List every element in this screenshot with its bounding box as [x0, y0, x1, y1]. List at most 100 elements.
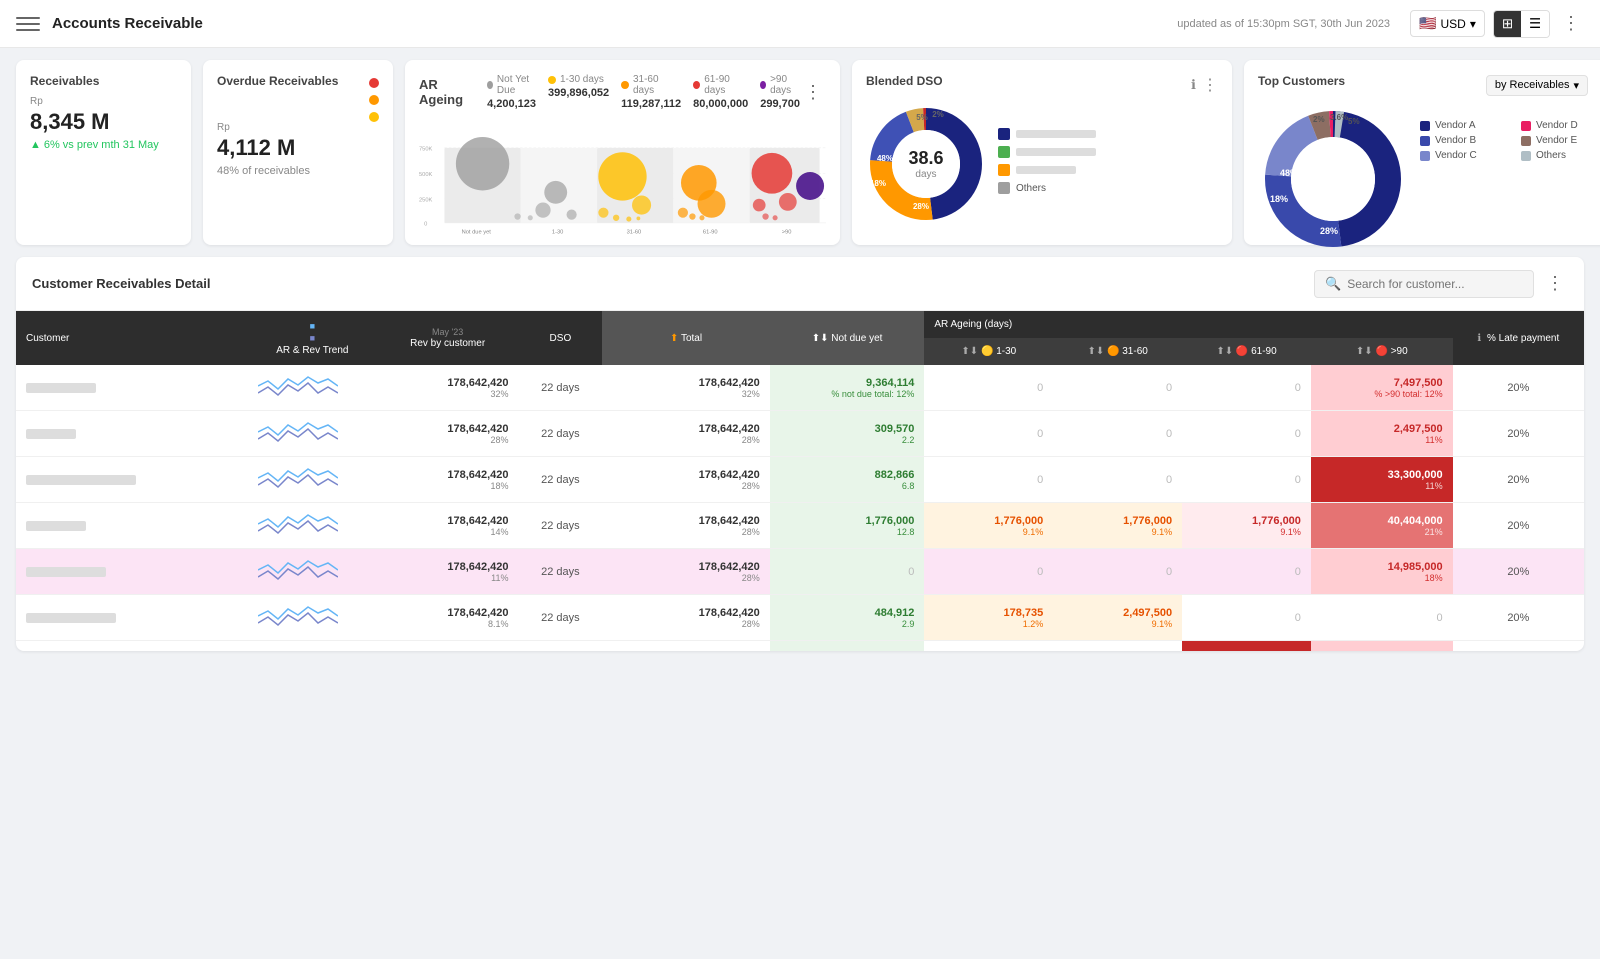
overdue-title: Overdue Receivables [217, 74, 338, 88]
svg-text:28%: 28% [1320, 226, 1338, 236]
trend-cell [248, 549, 377, 595]
ar-3160-cell: 0 [1053, 457, 1182, 503]
svg-text:>90: >90 [782, 230, 792, 236]
top-customers-donut: 48% 28% 18% 2% 3.6% 5% [1258, 104, 1408, 254]
rev-cell: 178,642,42018% [377, 457, 519, 503]
overdue-indicator-mid [369, 95, 379, 105]
blended-dso-card: Blended DSO ℹ ⋮ [852, 60, 1232, 245]
dso-cell: 22 days [519, 503, 603, 549]
overdue-card: Overdue Receivables Rp 4,112 M 48% of re… [203, 60, 393, 245]
grid-view-button[interactable]: ⊞ [1494, 11, 1521, 37]
list-view-button[interactable]: ☰ [1521, 11, 1549, 37]
overdue-subtitle: 48% of receivables [217, 165, 379, 177]
late-payment-cell: 20% [1453, 641, 1584, 652]
ar-130-cell: 178,7351.2% [924, 595, 1053, 641]
ar-3160-cell: 0 [1053, 549, 1182, 595]
receivables-card: Receivables Rp 8,345 M ▲ 6% vs prev mth … [16, 60, 191, 245]
blended-info-button[interactable]: ℹ [1191, 75, 1196, 95]
customer-name-cell [16, 411, 248, 457]
not-due-cell: 9,364,114% not due total: 12% [770, 365, 925, 411]
total-cell: 178,642,42028% [602, 549, 770, 595]
ar-130-cell: 0 [924, 457, 1053, 503]
th-customer: Customer [16, 311, 248, 365]
late-payment-cell: 20% [1453, 503, 1584, 549]
search-input[interactable] [1347, 277, 1523, 291]
others-label: Others [1016, 183, 1218, 194]
ar-3160-cell: 0 [1053, 365, 1182, 411]
currency-selector[interactable]: 🇺🇸 USD ▾ [1410, 10, 1485, 37]
top-customers-more-button[interactable]: ⋮ [1594, 75, 1600, 95]
ar-90-cell: 14,985,00018% [1311, 549, 1453, 595]
table-row: 178,642,4207.6%22 days178,642,42028%178,… [16, 641, 1584, 652]
customer-name-cell [16, 457, 248, 503]
receivables-data-table: Customer ■ ■ AR & Rev Trend May '23 [16, 311, 1584, 651]
rev-cell: 178,642,4208.1% [377, 595, 519, 641]
customer-search-box[interactable]: 🔍 [1314, 270, 1534, 298]
top-customers-title: Top Customers [1258, 74, 1345, 88]
menu-icon[interactable] [16, 12, 40, 36]
svg-text:48%: 48% [1280, 168, 1298, 178]
ar-90-cell: 14,985,00018% [1311, 641, 1453, 652]
trend-cell [248, 457, 377, 503]
svg-text:31-60: 31-60 [627, 230, 642, 236]
ar-90-cell: 2,497,50011% [1311, 411, 1453, 457]
customer-name-cell [16, 503, 248, 549]
svg-text:1-30: 1-30 [552, 230, 563, 236]
trend-cell [248, 365, 377, 411]
header-more-button[interactable]: ⋮ [1558, 9, 1584, 38]
table-row: 178,642,4208.1%22 days178,642,42028%484,… [16, 595, 1584, 641]
overdue-indicator-high [369, 78, 379, 88]
dso-cell: 22 days [519, 411, 603, 457]
ar-130-cell: 0 [924, 549, 1053, 595]
by-receivables-filter[interactable]: by Receivables ▾ [1486, 75, 1588, 96]
ar-6190-cell: 0 [1182, 411, 1311, 457]
table-row: 178,642,42032%22 days178,642,42032%9,364… [16, 365, 1584, 411]
total-cell: 178,642,42028% [602, 595, 770, 641]
svg-text:61-90: 61-90 [703, 230, 718, 236]
not-due-cell: 178,7350.19 [770, 641, 925, 652]
legend-3160: 31-60 days 119,287,112 [621, 74, 681, 110]
svg-text:2%: 2% [1313, 115, 1325, 124]
trend-cell [248, 411, 377, 457]
ar-6190-cell: 0 [1182, 365, 1311, 411]
svg-text:5%: 5% [916, 113, 928, 122]
ar-130-cell: 0 [924, 365, 1053, 411]
ar-6190-cell: 0 [1182, 549, 1311, 595]
customer-name-cell [16, 365, 248, 411]
late-payment-cell: 20% [1453, 549, 1584, 595]
ar-3160-cell: 1,776,0009.1% [1053, 503, 1182, 549]
legend-6190: 61-90 days 80,000,000 [693, 74, 748, 110]
trend-cell [248, 503, 377, 549]
th-ar-ageing-group: AR Ageing (days) [924, 311, 1452, 338]
dso-cell: 22 days [519, 641, 603, 652]
ar-90-cell: 0 [1311, 595, 1453, 641]
customer-name-cell [16, 595, 248, 641]
receivables-trend: ▲ 6% vs prev mth 31 May [30, 139, 177, 151]
th-6190: ⬆⬇ 🔴 61-90 [1182, 338, 1311, 365]
th-90plus: ⬆⬇ 🔴 >90 [1311, 338, 1453, 365]
trend-cell [248, 595, 377, 641]
vendor-legend: Vendor A Vendor D Vendor B Vendor E [1420, 104, 1600, 254]
not-due-cell: 484,9122.9 [770, 595, 925, 641]
table-row: 178,642,42028%22 days178,642,42028%309,5… [16, 411, 1584, 457]
blended-more-button[interactable]: ⋮ [1202, 75, 1218, 95]
blended-dso-donut: 48% 28% 18% 5% 2% 38.6 days [866, 104, 986, 224]
svg-text:18%: 18% [1270, 194, 1288, 204]
receivables-title: Receivables [30, 74, 177, 88]
ar-130-cell: 0 [924, 411, 1053, 457]
late-payment-cell: 20% [1453, 411, 1584, 457]
ar-aging-more-button[interactable]: ⋮ [800, 78, 826, 107]
th-rev-by-customer: May '23 Rev by customer [377, 311, 519, 365]
dso-cell: 22 days [519, 457, 603, 503]
total-cell: 178,642,42028% [602, 641, 770, 652]
legend-90plus: >90 days 299,700 [760, 74, 800, 110]
th-total: ⬆ Total [602, 311, 770, 365]
ar-6190-cell: 1,776,0009.1% [1182, 503, 1311, 549]
ar-90-cell: 33,300,00011% [1311, 457, 1453, 503]
svg-text:28%: 28% [913, 202, 929, 211]
svg-text:3.6%: 3.6% [1330, 113, 1348, 122]
late-payment-cell: 20% [1453, 365, 1584, 411]
late-payment-cell: 20% [1453, 595, 1584, 641]
ar-6190-cell: 33,300,000 [1182, 641, 1311, 652]
table-more-button[interactable]: ⋮ [1542, 269, 1568, 298]
